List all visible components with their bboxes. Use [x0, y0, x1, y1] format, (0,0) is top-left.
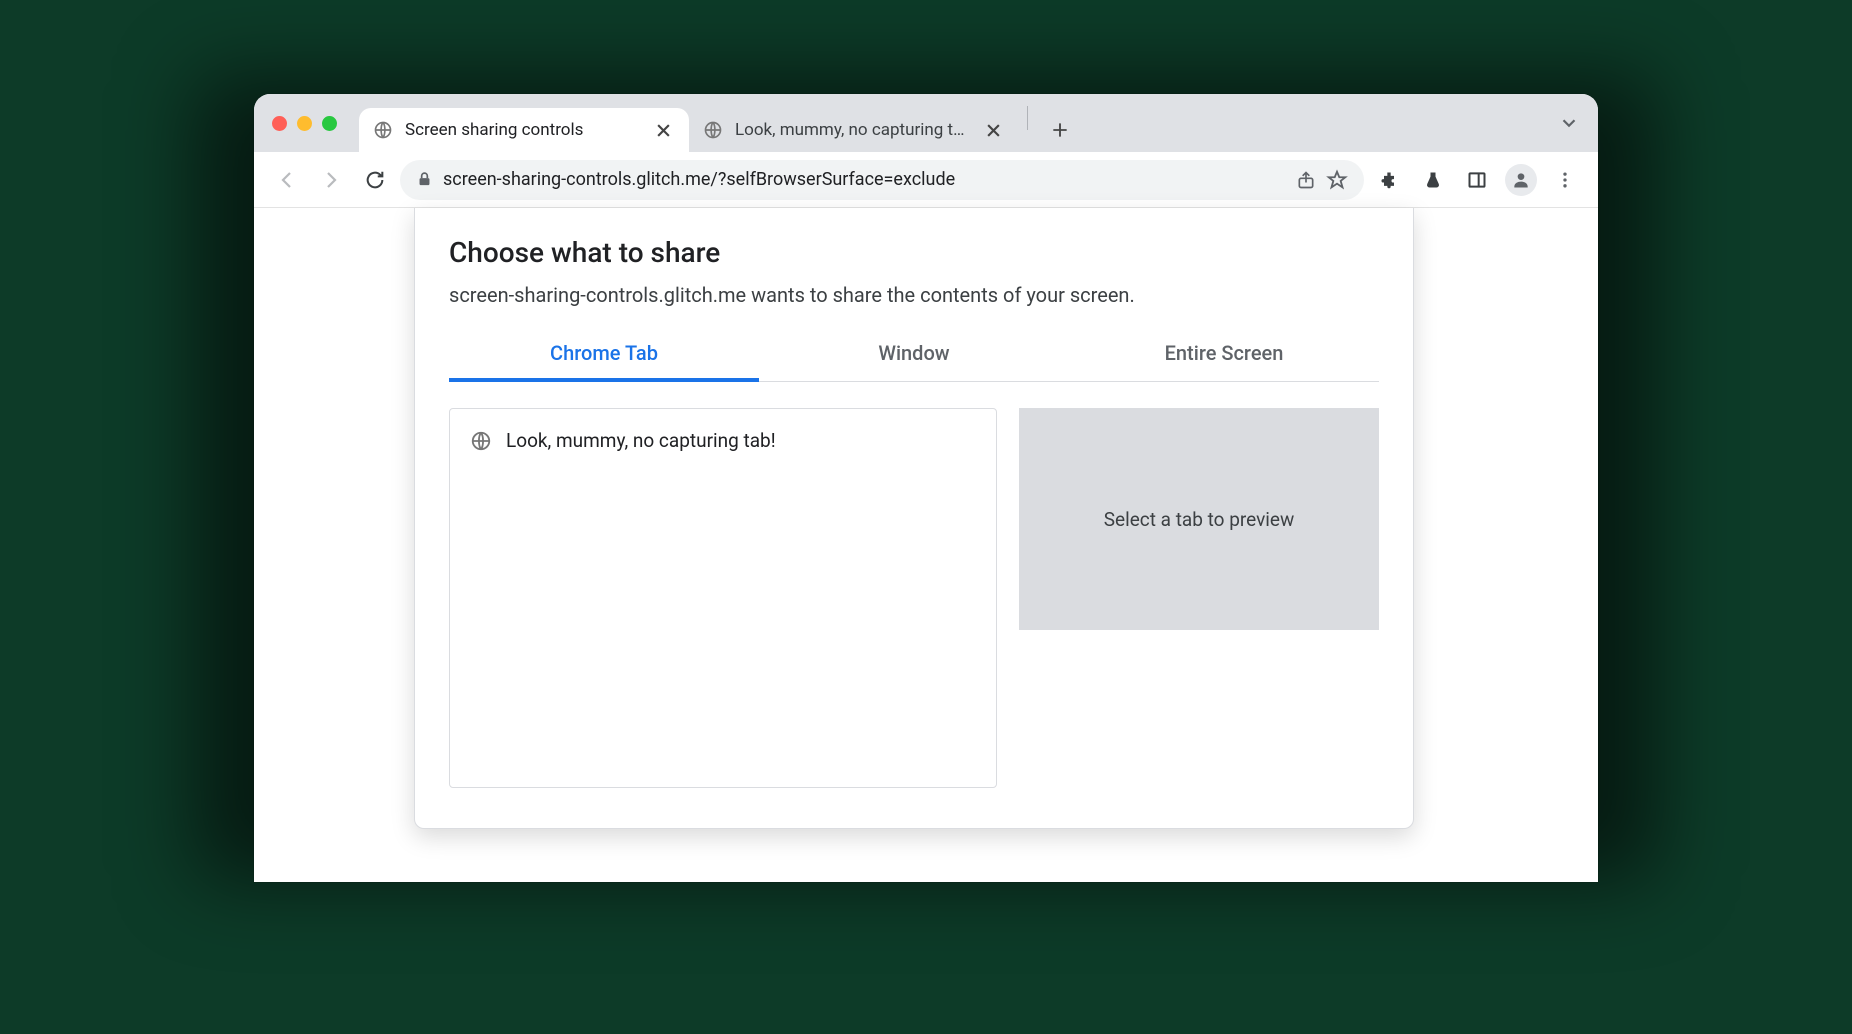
share-tab-item-title: Look, mummy, no capturing tab!: [506, 429, 776, 452]
globe-icon: [373, 120, 393, 140]
lock-icon: [416, 171, 433, 188]
share-picker-dialog: Choose what to share screen-sharing-cont…: [414, 208, 1414, 829]
tab-separator: [1027, 106, 1028, 130]
share-tab-list: Look, mummy, no capturing tab!: [449, 408, 997, 788]
star-icon[interactable]: [1326, 169, 1348, 191]
labs-button[interactable]: [1414, 161, 1452, 199]
globe-icon: [470, 430, 492, 452]
side-panel-button[interactable]: [1458, 161, 1496, 199]
dialog-title: Choose what to share: [449, 236, 1379, 269]
forward-button[interactable]: [312, 161, 350, 199]
reload-button[interactable]: [356, 161, 394, 199]
close-icon[interactable]: [982, 123, 1005, 138]
browser-tab-active[interactable]: Screen sharing controls: [359, 108, 689, 152]
globe-icon: [703, 120, 723, 140]
share-tab-entire-screen[interactable]: Entire Screen: [1069, 327, 1379, 381]
share-source-tabs: Chrome Tab Window Entire Screen: [449, 327, 1379, 382]
share-preview-placeholder: Select a tab to preview: [1019, 408, 1379, 630]
share-preview-panel: Select a tab to preview: [1019, 408, 1379, 788]
extensions-button[interactable]: [1370, 161, 1408, 199]
new-tab-button[interactable]: [1042, 112, 1078, 148]
back-button[interactable]: [268, 161, 306, 199]
page-viewport: Choose what to share screen-sharing-cont…: [254, 208, 1598, 882]
share-tab-window[interactable]: Window: [759, 327, 1069, 381]
url-text: screen-sharing-controls.glitch.me/?selfB…: [443, 169, 1286, 190]
avatar-icon: [1505, 164, 1537, 196]
window-minimize-icon[interactable]: [297, 116, 312, 131]
address-bar[interactable]: screen-sharing-controls.glitch.me/?selfB…: [400, 160, 1364, 200]
tab-overflow-chevron-icon[interactable]: [1558, 112, 1580, 134]
tab-title: Screen sharing controls: [405, 120, 640, 140]
window-traffic-lights: [272, 94, 359, 152]
close-icon[interactable]: [652, 123, 675, 138]
share-tab-chrome-tab[interactable]: Chrome Tab: [449, 327, 759, 381]
browser-toolbar: screen-sharing-controls.glitch.me/?selfB…: [254, 152, 1598, 208]
tab-title: Look, mummy, no capturing tab: [735, 120, 970, 140]
dialog-subtitle: screen-sharing-controls.glitch.me wants …: [449, 283, 1379, 307]
browser-tab[interactable]: Look, mummy, no capturing tab: [689, 108, 1019, 152]
window-maximize-icon[interactable]: [322, 116, 337, 131]
share-icon[interactable]: [1296, 170, 1316, 190]
overflow-menu-button[interactable]: [1546, 161, 1584, 199]
window-close-icon[interactable]: [272, 116, 287, 131]
profile-button[interactable]: [1502, 161, 1540, 199]
share-tab-list-item[interactable]: Look, mummy, no capturing tab!: [466, 423, 980, 458]
tab-strip: Screen sharing controls Look, mummy, no …: [254, 94, 1598, 152]
browser-window: Screen sharing controls Look, mummy, no …: [254, 94, 1598, 882]
